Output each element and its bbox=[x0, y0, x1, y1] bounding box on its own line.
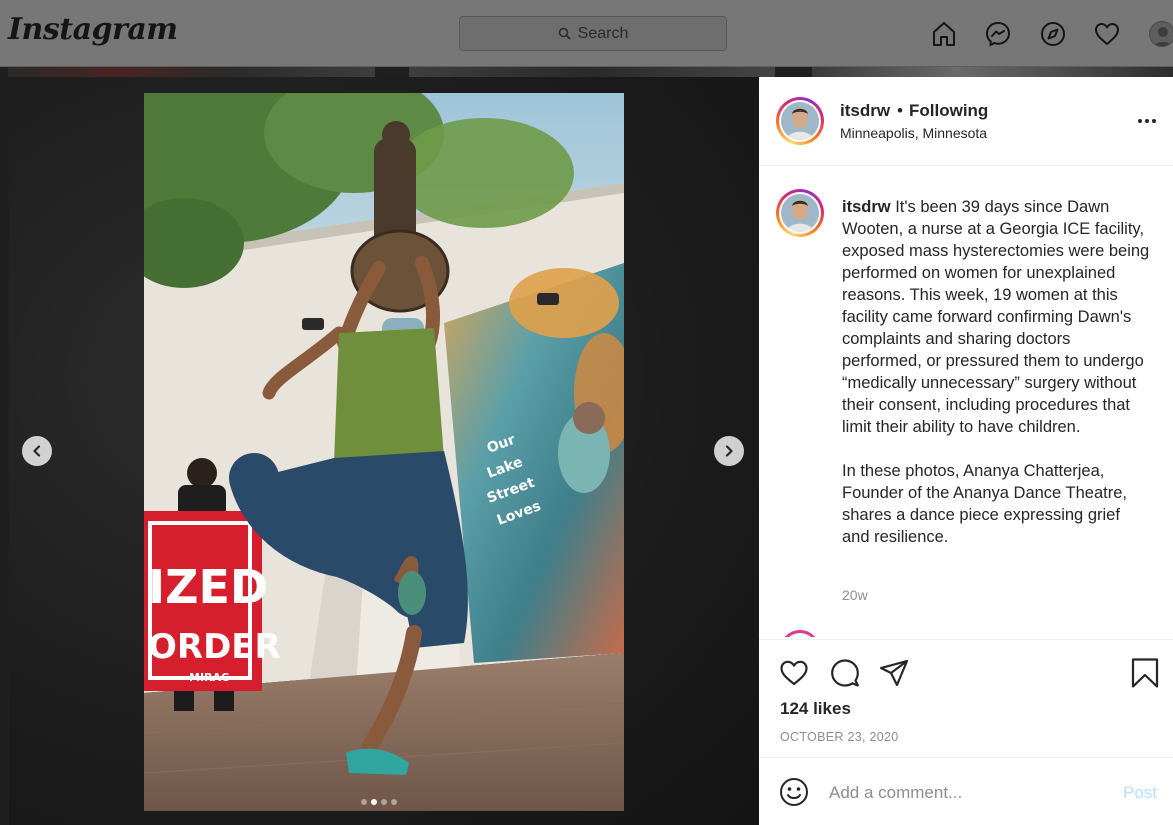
next-photo-button[interactable] bbox=[714, 436, 744, 466]
post-location[interactable]: Minneapolis, Minnesota bbox=[840, 125, 987, 141]
sign-line-2: ORDER bbox=[148, 627, 281, 667]
follow-separator: • bbox=[897, 101, 903, 120]
like-icon[interactable] bbox=[777, 656, 811, 690]
chevron-right-icon bbox=[725, 445, 733, 457]
carousel-indicator bbox=[361, 799, 397, 805]
post-header: itsdrw • Following Minneapolis, Minnesot… bbox=[759, 77, 1173, 166]
post-photo[interactable]: Our Lake Street Loves IZED ORDER MIRAC bbox=[144, 93, 624, 811]
grid-thumbnail bbox=[8, 67, 375, 77]
post-info-panel: itsdrw • Following Minneapolis, Minnesot… bbox=[759, 77, 1173, 825]
carousel-dot bbox=[361, 799, 367, 805]
add-comment-bar: Post bbox=[759, 757, 1173, 825]
post-comment-button[interactable]: Post bbox=[1123, 783, 1157, 803]
grid-thumbnail bbox=[409, 67, 775, 77]
search-icon bbox=[558, 27, 571, 40]
carousel-dot bbox=[371, 799, 377, 805]
explore-icon[interactable] bbox=[1036, 17, 1070, 51]
previous-photo-button[interactable] bbox=[22, 436, 52, 466]
grid-thumbnail bbox=[812, 67, 1173, 77]
sign-line-1: IZED bbox=[148, 560, 268, 614]
caption-age[interactable]: 20w bbox=[842, 587, 868, 603]
emoji-icon[interactable] bbox=[777, 775, 811, 809]
activity-heart-icon[interactable] bbox=[1090, 17, 1124, 51]
post-media-panel: Our Lake Street Loves IZED ORDER MIRAC bbox=[9, 77, 759, 825]
caption-username[interactable]: itsdrw bbox=[842, 198, 891, 216]
caption-text-1: It's been 39 days since Dawn Wooten, a n… bbox=[842, 198, 1150, 436]
messenger-icon[interactable] bbox=[981, 17, 1015, 51]
instagram-logo[interactable]: Instagram bbox=[8, 12, 178, 47]
share-icon[interactable] bbox=[877, 656, 911, 690]
author-avatar[interactable] bbox=[776, 97, 824, 145]
comment-input[interactable] bbox=[829, 778, 1099, 808]
sign-line-3: MIRAC bbox=[189, 671, 229, 684]
comment-icon[interactable] bbox=[828, 656, 862, 690]
search-box[interactable]: Search bbox=[459, 16, 727, 51]
profile-avatar[interactable] bbox=[1149, 21, 1173, 47]
search-placeholder: Search bbox=[577, 24, 629, 42]
comments-scroll-area[interactable]: itsdrw It's been 39 days since Dawn Woot… bbox=[759, 167, 1173, 637]
post-date[interactable]: OCTOBER 23, 2020 bbox=[780, 730, 899, 744]
next-comment-avatar[interactable] bbox=[780, 630, 820, 637]
likes-count[interactable]: 124 likes bbox=[780, 699, 851, 719]
carousel-dot bbox=[381, 799, 387, 805]
more-options-icon[interactable] bbox=[1135, 113, 1159, 129]
post-caption: itsdrw It's been 39 days since Dawn Woot… bbox=[842, 196, 1152, 548]
caption-text-2: In these photos, Ananya Chatterjea, Foun… bbox=[842, 462, 1127, 546]
carousel-dot bbox=[391, 799, 397, 805]
caption-author-avatar[interactable] bbox=[776, 189, 824, 237]
chevron-left-icon bbox=[33, 445, 41, 457]
home-icon[interactable] bbox=[927, 17, 961, 51]
author-username[interactable]: itsdrw bbox=[840, 101, 890, 121]
save-bookmark-icon[interactable] bbox=[1128, 656, 1162, 690]
post-actions: 124 likes OCTOBER 23, 2020 bbox=[759, 639, 1173, 757]
top-navigation: Instagram Search bbox=[0, 0, 1173, 67]
following-button[interactable]: Following bbox=[909, 101, 988, 121]
